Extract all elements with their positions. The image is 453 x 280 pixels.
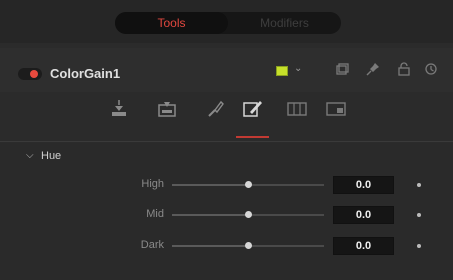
dark-slider-thumb[interactable] xyxy=(244,242,252,249)
node-title: ColorGain1 xyxy=(50,66,121,81)
dark-label: Dark xyxy=(140,239,164,251)
pin-icon[interactable] xyxy=(366,62,380,76)
high-value-input[interactable]: 0.0 xyxy=(333,176,394,194)
tab-modifiers[interactable]: Modifiers xyxy=(228,12,341,34)
dark-keyframe-dot[interactable] xyxy=(417,244,421,248)
mid-value-input[interactable]: 0.0 xyxy=(333,206,394,224)
mid-slider-fill xyxy=(172,214,248,216)
high-slider-thumb[interactable] xyxy=(244,181,252,188)
node-enable-toggle[interactable] xyxy=(18,68,42,80)
balance-tab-icon[interactable] xyxy=(156,98,178,120)
reset-icon[interactable] xyxy=(424,62,438,76)
chevron-down-icon[interactable]: ⌄ xyxy=(294,63,302,74)
hue-tab-icon[interactable] xyxy=(205,98,227,120)
settings-tab-icon[interactable] xyxy=(325,98,347,120)
mid-label: Mid xyxy=(146,208,164,220)
section-title[interactable]: Hue xyxy=(41,150,61,162)
gain-tab-icon[interactable] xyxy=(108,98,130,120)
tabs-pill: Tools Modifiers xyxy=(115,12,341,34)
lock-icon[interactable] xyxy=(397,62,411,76)
high-slider-fill xyxy=(172,184,248,186)
high-keyframe-dot[interactable] xyxy=(417,183,421,187)
ranges-tab-icon[interactable] xyxy=(242,98,264,120)
version-icon[interactable] xyxy=(335,62,349,76)
tab-bar: Tools Modifiers xyxy=(0,0,453,43)
chevron-down-icon[interactable]: ⌵ xyxy=(26,150,34,161)
enable-dot-icon xyxy=(30,70,38,78)
tab-tools[interactable]: Tools xyxy=(115,12,228,34)
high-label: High xyxy=(141,178,164,190)
node-color-swatch[interactable] xyxy=(276,66,288,76)
mid-slider-thumb[interactable] xyxy=(244,211,252,218)
mid-keyframe-dot[interactable] xyxy=(417,213,421,217)
options-tab-icon[interactable] xyxy=(286,98,308,120)
dark-slider-fill xyxy=(172,245,248,247)
active-subtab-indicator xyxy=(236,136,269,138)
dark-value-input[interactable]: 0.0 xyxy=(333,237,394,255)
